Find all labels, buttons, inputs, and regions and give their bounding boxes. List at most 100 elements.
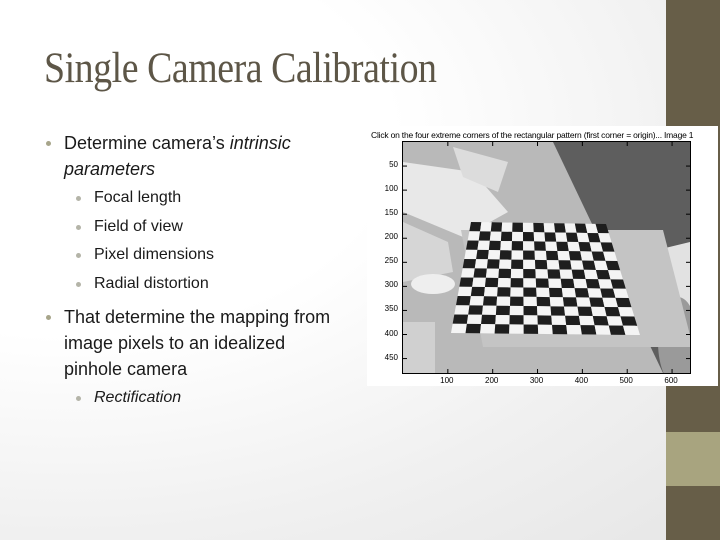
y-tick-label: 100 [384,184,398,194]
checker-square [523,315,538,325]
sub-bullet-focal-length: Focal length [44,184,344,213]
x-tick-label: 400 [574,376,589,385]
bullet-mapping: That determine the mapping from image pi… [44,304,344,382]
checker-square [547,269,561,279]
checker-square [454,305,470,315]
checker-square [498,268,512,279]
checker-square [598,279,614,289]
checker-square [535,278,549,288]
checker-square [583,269,599,280]
sub-bullet-text: Focal length [94,189,182,206]
slide-title: Single Camera Calibration [44,45,437,92]
checker-square [509,324,524,334]
sub-bullet-text: Field of view [94,217,183,235]
checker-square [574,288,590,298]
bullet-text: That determine the mapping from image pi… [64,307,331,379]
checker-square [466,314,483,325]
sub-bullet-text: Radial distortion [94,274,209,292]
checker-square [494,324,510,334]
checker-square [500,231,513,242]
x-tick-label: 500 [619,376,633,385]
y-tick-label: 300 [384,280,398,290]
figure-title: Click on the four extreme corners of the… [371,130,694,140]
checker-square [523,287,537,297]
checker-square [481,314,496,325]
checker-square [452,314,469,324]
checker-square [495,305,510,316]
y-tick-label: 150 [384,208,398,218]
checker-square [576,297,591,307]
checker-square [522,232,535,242]
calibration-figure: Click on the four extreme corners of the… [367,126,718,386]
checker-square [484,277,499,288]
y-tick-label: 250 [384,256,398,266]
checker-square [523,269,536,279]
bullet-text: Determine camera’s [64,133,230,153]
checker-square [472,277,486,288]
checker-square [595,269,611,280]
checker-square [457,286,473,297]
checker-square [543,223,556,233]
checker-square [580,325,597,335]
checker-square [490,222,503,232]
checker-square [469,296,484,306]
checker-square [483,296,498,306]
checker-square [536,296,551,307]
checker-square [533,222,545,233]
checker-square [510,278,524,288]
checker-square [511,259,524,270]
checker-square [577,306,593,317]
checker-square [469,222,482,232]
checker-square [488,240,501,251]
checker-square [550,306,566,316]
checker-square [557,250,571,261]
checker-square [523,241,535,251]
checker-square [567,241,581,252]
checker-square [522,222,534,233]
checker-square [534,241,546,251]
checker-square [562,297,578,307]
checker-square [578,315,595,326]
checker-square [523,324,539,334]
checker-square [501,222,513,232]
sub-bullet-text: Pixel dimensions [94,246,215,263]
checker-square [510,296,524,307]
checker-square [509,305,524,316]
checker-square [594,325,611,335]
phone-keypad [403,322,435,373]
checker-square [534,250,547,261]
checker-square [467,231,481,241]
checker-square [566,324,582,335]
checker-square [565,315,581,326]
checker-square [544,232,557,242]
bullet-dot-icon [76,396,81,401]
checker-square [483,287,498,297]
checker-square [468,305,483,315]
y-tick-label: 450 [384,352,398,362]
checker-square [500,240,512,251]
sub-bullet-radial-distortion: Radial distortion [44,270,344,299]
checker-square [485,268,500,278]
checker-square [510,268,524,279]
checker-square [556,241,569,252]
checker-square [461,268,475,278]
checker-square [465,323,482,334]
checker-square [545,250,559,261]
checker-square [537,315,553,325]
bullet-dot-icon [46,315,51,320]
checker-square [470,286,485,297]
checker-square [487,250,501,260]
sidebar-accent-band [666,432,720,486]
checker-square [497,277,511,288]
checker-square [512,222,523,233]
checker-square [466,240,479,250]
checker-square [600,288,616,298]
checker-square [535,269,549,279]
checker-square [495,314,510,325]
checkerboard-photo [403,142,690,373]
checker-square [570,260,584,270]
checker-square [582,260,596,270]
sub-bullet-pixel-dimensions: Pixel dimensions [44,241,344,270]
sub-bullet-rectification: Rectification [44,384,344,413]
checker-square [536,287,550,298]
